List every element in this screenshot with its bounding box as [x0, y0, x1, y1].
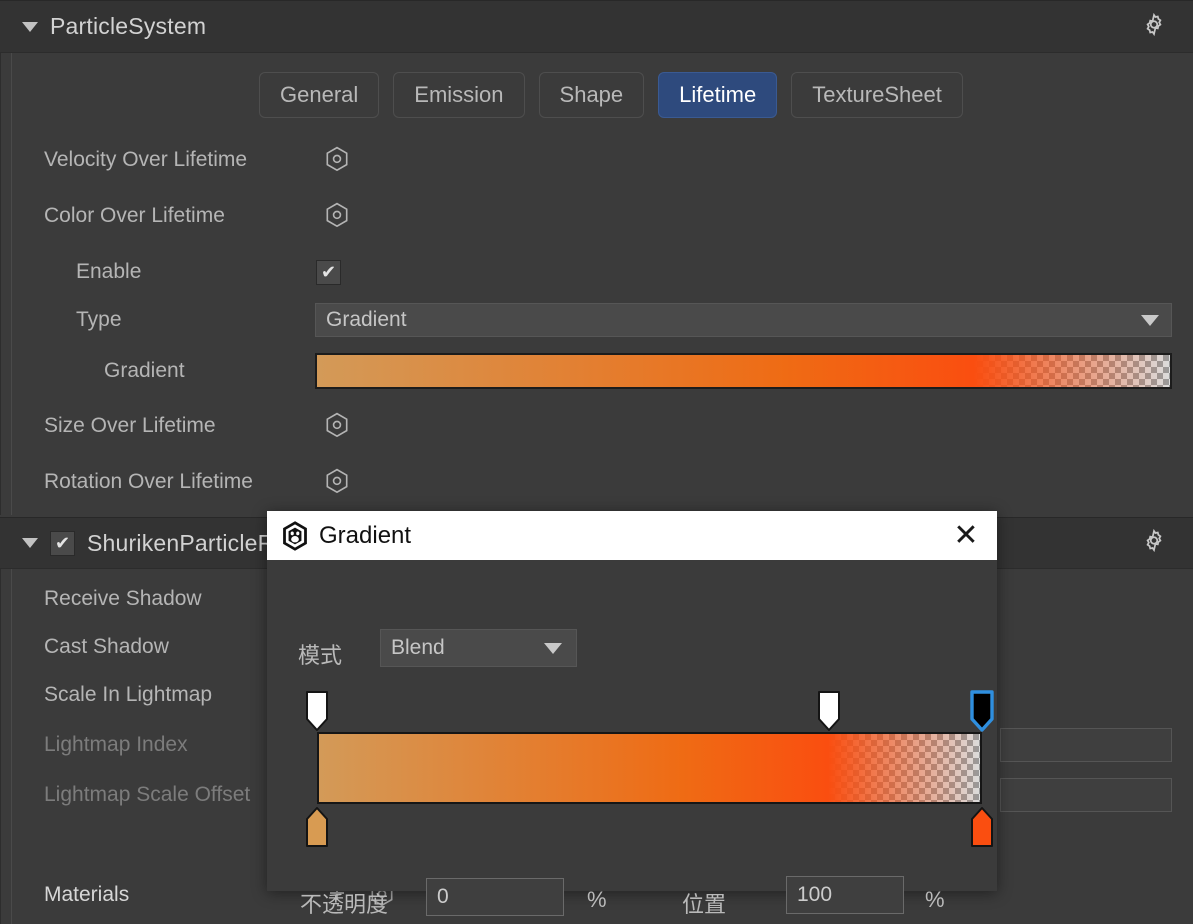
dialog-body: 模式 Blend 不透明度 0 % 位置 100 % [267, 560, 997, 891]
row-label: Type [76, 308, 122, 332]
row-color-over-lifetime: Color Over Lifetime [0, 201, 1193, 231]
opacity-input[interactable]: 0 [426, 878, 564, 916]
row-label: Cast Shadow [44, 635, 169, 659]
hex-target-icon[interactable] [324, 202, 350, 230]
alpha-key-marker-1[interactable] [816, 690, 842, 732]
hex-target-icon[interactable] [324, 412, 350, 440]
row-label: Materials [44, 883, 129, 907]
gear-icon[interactable] [1141, 528, 1167, 559]
component-title: ParticleSystem [50, 13, 206, 40]
row-rotation-over-lifetime: Rotation Over Lifetime [0, 467, 1193, 497]
hex-target-icon[interactable] [324, 468, 350, 496]
opacity-label: 不透明度 [300, 887, 388, 919]
gradient-fill [319, 734, 980, 802]
alpha-key-marker-0[interactable] [304, 690, 330, 732]
chevron-down-icon [544, 643, 562, 654]
component-enabled-checkbox[interactable]: ✔ [50, 531, 75, 556]
row-label: Scale In Lightmap [44, 683, 212, 707]
close-icon[interactable]: ✕ [949, 519, 983, 553]
component-header-particlesystem[interactable]: ParticleSystem [0, 0, 1193, 53]
row-label: Enable [76, 260, 141, 284]
dialog-title-bar[interactable]: Gradient ✕ [267, 511, 997, 560]
row-label: Color Over Lifetime [44, 204, 225, 228]
mode-dropdown-value: Blend [391, 636, 445, 660]
row-label: Size Over Lifetime [44, 414, 216, 438]
triangle-down-icon[interactable] [22, 538, 38, 548]
row-enable: Enable ✔ [0, 257, 1193, 287]
row-size-over-lifetime: Size Over Lifetime [0, 411, 1193, 441]
gradient-editor-bar[interactable] [317, 732, 982, 804]
color-key-marker-0[interactable] [304, 806, 330, 848]
mode-dropdown[interactable]: Blend [380, 629, 577, 667]
enable-checkbox[interactable]: ✔ [316, 260, 341, 285]
row-type: Type Gradient [0, 303, 1193, 337]
tab-emission[interactable]: Emission [393, 72, 524, 118]
type-dropdown-value: Gradient [326, 308, 407, 332]
row-label: Rotation Over Lifetime [44, 470, 253, 494]
cocos-logo-icon [281, 521, 309, 551]
type-dropdown[interactable]: Gradient [315, 303, 1172, 337]
gradient-checker [319, 734, 980, 802]
gradient-dialog: Gradient ✕ 模式 Blend 不透明度 0 % [267, 511, 997, 891]
color-key-marker-1[interactable] [969, 806, 995, 848]
row-label: Receive Shadow [44, 587, 202, 611]
alpha-key-marker-2[interactable] [969, 690, 995, 732]
row-label: Gradient [104, 359, 185, 383]
gradient-preview-swatch[interactable] [315, 353, 1172, 389]
gear-icon[interactable] [1141, 11, 1167, 42]
row-velocity-over-lifetime: Velocity Over Lifetime [0, 145, 1193, 175]
mode-label: 模式 [298, 638, 342, 670]
module-tabs: General Emission Shape Lifetime TextureS… [0, 72, 1193, 118]
hex-target-icon[interactable] [324, 146, 350, 174]
row-label: Lightmap Scale Offset [44, 783, 250, 807]
tab-general[interactable]: General [259, 72, 379, 118]
tab-texturesheet[interactable]: TextureSheet [791, 72, 963, 118]
lightmap-scale-offset-input[interactable] [1000, 778, 1172, 812]
gradient-fill [317, 355, 1170, 387]
chevron-down-icon [1141, 315, 1159, 326]
lightmap-index-input[interactable] [1000, 728, 1172, 762]
opacity-unit: % [587, 887, 607, 913]
dialog-title: Gradient [319, 522, 949, 550]
position-input[interactable]: 100 [786, 876, 904, 914]
gradient-checker [317, 355, 1170, 387]
row-gradient: Gradient [0, 353, 1193, 389]
row-label: Lightmap Index [44, 733, 188, 757]
component-title: ShurikenParticleR [87, 530, 274, 557]
tab-lifetime[interactable]: Lifetime [658, 72, 777, 118]
inspector-window: ParticleSystem General Emission Shape Li… [0, 0, 1193, 924]
row-label: Velocity Over Lifetime [44, 148, 247, 172]
position-label: 位置 [682, 887, 726, 919]
triangle-down-icon[interactable] [22, 22, 38, 32]
tab-shape[interactable]: Shape [539, 72, 645, 118]
position-unit: % [925, 887, 945, 913]
